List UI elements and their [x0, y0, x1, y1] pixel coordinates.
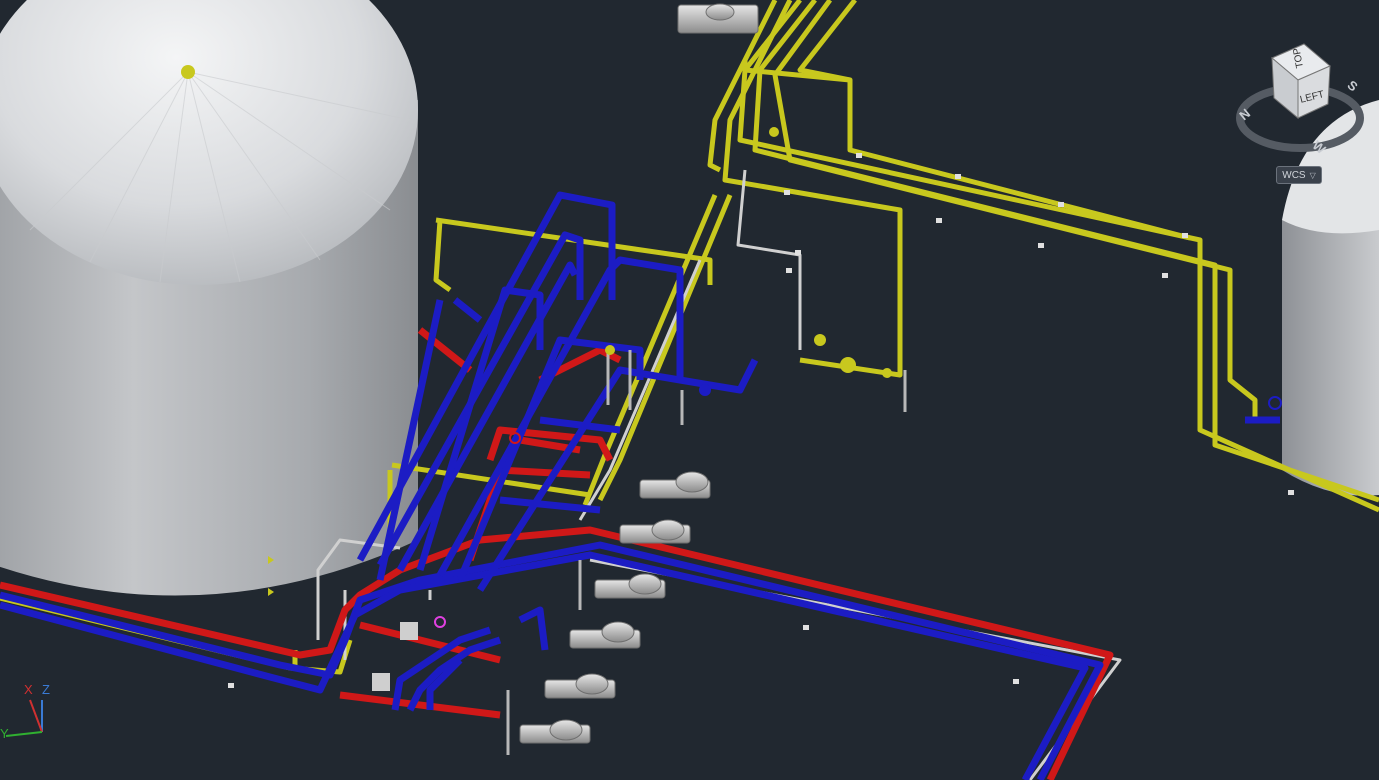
pump-3	[594, 573, 666, 599]
wcs-menu-button[interactable]: WCS ▽	[1276, 166, 1322, 184]
compass-west[interactable]: W	[1310, 138, 1330, 158]
storage-tank-left[interactable]	[0, 0, 418, 596]
pump-top	[677, 3, 759, 34]
pump-2	[619, 519, 691, 544]
model-viewport[interactable]	[0, 0, 1379, 780]
chevron-down-icon: ▽	[1309, 170, 1316, 180]
ucs-y-label: Y	[0, 726, 9, 740]
ucs-icon: X Z Y	[0, 676, 60, 741]
ucs-x-label: X	[24, 682, 33, 697]
cube[interactable]: TOP LEFT	[1271, 43, 1331, 120]
wcs-label: WCS	[1282, 169, 1306, 181]
pump-5	[544, 673, 616, 699]
pump-4	[569, 621, 641, 649]
viewcube[interactable]: TOP LEFT N S W	[1232, 40, 1372, 160]
ucs-z-label: Z	[42, 682, 50, 697]
pump-6	[519, 719, 591, 744]
compass-south[interactable]: S	[1344, 77, 1361, 94]
pump-1	[639, 471, 711, 499]
tank-vent-icon	[181, 65, 195, 79]
